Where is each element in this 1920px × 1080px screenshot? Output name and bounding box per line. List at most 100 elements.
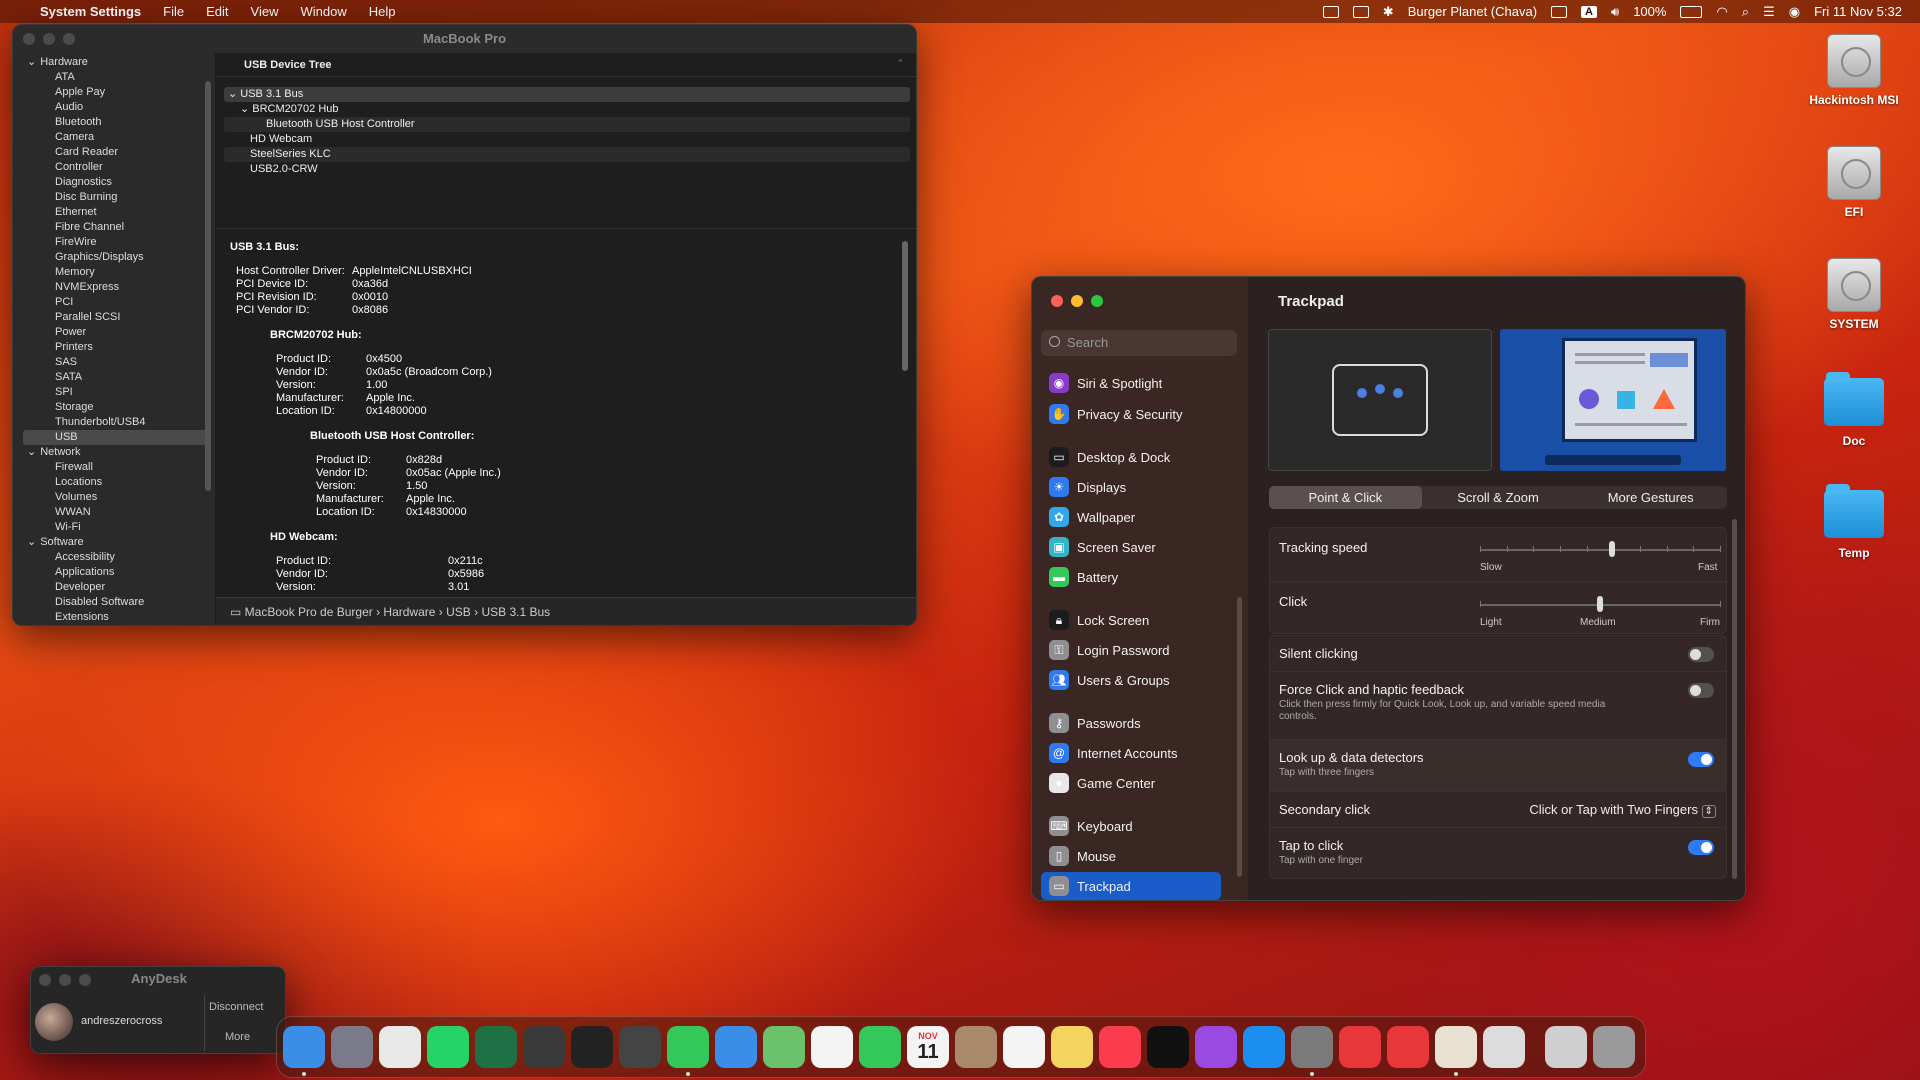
- printer-icon[interactable]: [1483, 1026, 1525, 1068]
- calculator-icon[interactable]: [523, 1026, 565, 1068]
- messages-icon[interactable]: [667, 1026, 709, 1068]
- menu-window[interactable]: Window: [289, 4, 357, 19]
- sidebar-item-disc-burning[interactable]: Disc Burning: [13, 190, 215, 205]
- tracking-speed-slider[interactable]: [1480, 541, 1721, 557]
- sidebar-group-hardware[interactable]: ⌄ Hardware: [13, 55, 215, 70]
- sidebar-item-fibre-channel[interactable]: Fibre Channel: [13, 220, 215, 235]
- activity-monitor-icon[interactable]: [1352, 5, 1369, 18]
- siri-icon[interactable]: ◉: [1789, 4, 1800, 20]
- tree-item-steelseries-klc[interactable]: SteelSeries KLC: [224, 147, 910, 162]
- sidebar-item-wallpaper[interactable]: ✿ Wallpaper: [1041, 503, 1221, 531]
- contacts-icon[interactable]: [955, 1026, 997, 1068]
- chevron-down-icon[interactable]: ⌄: [27, 535, 36, 550]
- chevron-down-icon[interactable]: ⌄: [240, 103, 252, 115]
- sidebar-scrollbar[interactable]: [1237, 597, 1242, 877]
- chevron-down-icon[interactable]: ⌄: [228, 88, 240, 100]
- settings-icon[interactable]: [1291, 1026, 1333, 1068]
- desktop-drive-hackintosh[interactable]: Hackintosh MSI: [1799, 34, 1909, 107]
- tree-item-usb-3-1-bus[interactable]: ⌄ USB 3.1 Bus: [224, 87, 910, 102]
- sidebar-item-memory[interactable]: Memory: [13, 265, 215, 280]
- sidebar-item-displays[interactable]: ☀ Displays: [1041, 473, 1221, 501]
- slider-thumb[interactable]: [1609, 541, 1615, 557]
- tree-item-brcm20702-hub[interactable]: ⌄ BRCM20702 Hub: [224, 102, 910, 117]
- menu-help[interactable]: Help: [358, 4, 407, 19]
- sidebar-item-nvmexpress[interactable]: NVMExpress: [13, 280, 215, 295]
- sidebar-item-apple-pay[interactable]: Apple Pay: [13, 85, 215, 100]
- minimize-button[interactable]: [1071, 295, 1083, 307]
- podcasts-icon[interactable]: [1195, 1026, 1237, 1068]
- control-center-icon[interactable]: ☰: [1763, 4, 1775, 20]
- menu-app-name[interactable]: System Settings: [29, 4, 152, 19]
- screenshot-icon[interactable]: [619, 1026, 661, 1068]
- search-input[interactable]: Search: [1041, 330, 1237, 356]
- zoom-button[interactable]: [1091, 295, 1103, 307]
- preview-icon[interactable]: [1435, 1026, 1477, 1068]
- contacts-status-icon[interactable]: [1322, 5, 1339, 18]
- sidebar-item-passwords[interactable]: ⚷ Passwords: [1041, 709, 1221, 737]
- anydesk-icon[interactable]: [1339, 1026, 1381, 1068]
- sidebar-item-bluetooth[interactable]: Bluetooth: [13, 115, 215, 130]
- excel-icon[interactable]: [475, 1026, 517, 1068]
- mail-icon[interactable]: [715, 1026, 757, 1068]
- sidebar-item-battery[interactable]: ▬ Battery: [1041, 563, 1221, 591]
- sidebar-item-sata[interactable]: SATA: [13, 370, 215, 385]
- look-up-toggle[interactable]: [1688, 752, 1714, 767]
- tree-header[interactable]: USB Device Tree ˆ: [216, 53, 916, 77]
- sidebar-item-volumes[interactable]: Volumes: [13, 490, 215, 505]
- reminders-icon[interactable]: [1003, 1026, 1045, 1068]
- wifi-network-name[interactable]: Burger Planet (Chava): [1408, 4, 1537, 19]
- desktop-folder-doc[interactable]: Doc: [1799, 372, 1909, 448]
- calendar-icon[interactable]: NOV 11: [907, 1026, 949, 1068]
- sidebar-item-sas[interactable]: SAS: [13, 355, 215, 370]
- disconnect-button[interactable]: Disconnect: [209, 1001, 263, 1013]
- sidebar-item-audio[interactable]: Audio: [13, 100, 215, 115]
- zoom-button[interactable]: [63, 33, 75, 45]
- wifi-icon[interactable]: ◠: [1716, 4, 1727, 20]
- sidebar-item-spi[interactable]: SPI: [13, 385, 215, 400]
- path-item[interactable]: Hardware: [383, 605, 435, 619]
- minimize-button[interactable]: [43, 33, 55, 45]
- sidebar-item-keyboard[interactable]: ⌨ Keyboard: [1041, 812, 1221, 840]
- menu-file[interactable]: File: [152, 4, 195, 19]
- tab-point-click[interactable]: Point & Click: [1269, 486, 1422, 509]
- finder-icon[interactable]: [283, 1026, 325, 1068]
- slider-thumb[interactable]: [1597, 596, 1603, 612]
- sidebar-item-diagnostics[interactable]: Diagnostics: [13, 175, 215, 190]
- music-icon[interactable]: [1099, 1026, 1141, 1068]
- sidebar-item-storage[interactable]: Storage: [13, 400, 215, 415]
- appstore-icon[interactable]: [1243, 1026, 1285, 1068]
- path-item[interactable]: MacBook Pro de Burger: [245, 605, 373, 619]
- close-button[interactable]: [23, 33, 35, 45]
- sidebar-item-extensions[interactable]: Extensions: [13, 610, 215, 625]
- bluetooth-icon[interactable]: ✱: [1383, 4, 1394, 20]
- path-item[interactable]: USB 3.1 Bus: [481, 605, 550, 619]
- sidebar-item-ata[interactable]: ATA: [13, 70, 215, 85]
- chevron-down-icon[interactable]: ⌄: [27, 55, 36, 70]
- appletv-icon[interactable]: [1147, 1026, 1189, 1068]
- anydesk-alt-icon[interactable]: [1387, 1026, 1429, 1068]
- maps-icon[interactable]: [763, 1026, 805, 1068]
- whatsapp-icon[interactable]: [427, 1026, 469, 1068]
- sidebar-item-desktop-dock[interactable]: ▭ Desktop & Dock: [1041, 443, 1221, 471]
- desktop-drive-system[interactable]: SYSTEM: [1799, 258, 1909, 331]
- launchpad-icon[interactable]: [331, 1026, 373, 1068]
- desktop-drive-efi[interactable]: EFI: [1799, 146, 1909, 219]
- sidebar-group-network[interactable]: ⌄ Network: [13, 445, 215, 460]
- chevron-up-icon[interactable]: ˆ: [898, 53, 902, 77]
- battery-icon[interactable]: [1680, 5, 1703, 18]
- sidebar-item-internet-accounts[interactable]: @ Internet Accounts: [1041, 739, 1221, 767]
- sidebar-item-wwan[interactable]: WWAN: [13, 505, 215, 520]
- volume-icon[interactable]: 🔊︎: [1611, 4, 1619, 20]
- sidebar-item-login-password[interactable]: ⚿ Login Password: [1041, 636, 1221, 664]
- details-scrollbar[interactable]: [902, 241, 908, 371]
- sidebar-item-disabled-software[interactable]: Disabled Software: [13, 595, 215, 610]
- sidebar-item-siri-spotlight[interactable]: ◉ Siri & Spotlight: [1041, 369, 1221, 397]
- tree-item-bluetooth-usb-host-controller[interactable]: Bluetooth USB Host Controller: [224, 117, 910, 132]
- sidebar-item-pci[interactable]: PCI: [13, 295, 215, 310]
- sidebar-item-applications[interactable]: Applications: [13, 565, 215, 580]
- tree-item-usb2-0-crw[interactable]: USB2.0-CRW: [224, 162, 910, 177]
- davinci-icon[interactable]: [571, 1026, 613, 1068]
- menu-edit[interactable]: Edit: [195, 4, 239, 19]
- trash-icon[interactable]: [1593, 1026, 1635, 1068]
- secondary-click-select[interactable]: Click or Tap with Two Fingers ⇕: [1529, 802, 1716, 818]
